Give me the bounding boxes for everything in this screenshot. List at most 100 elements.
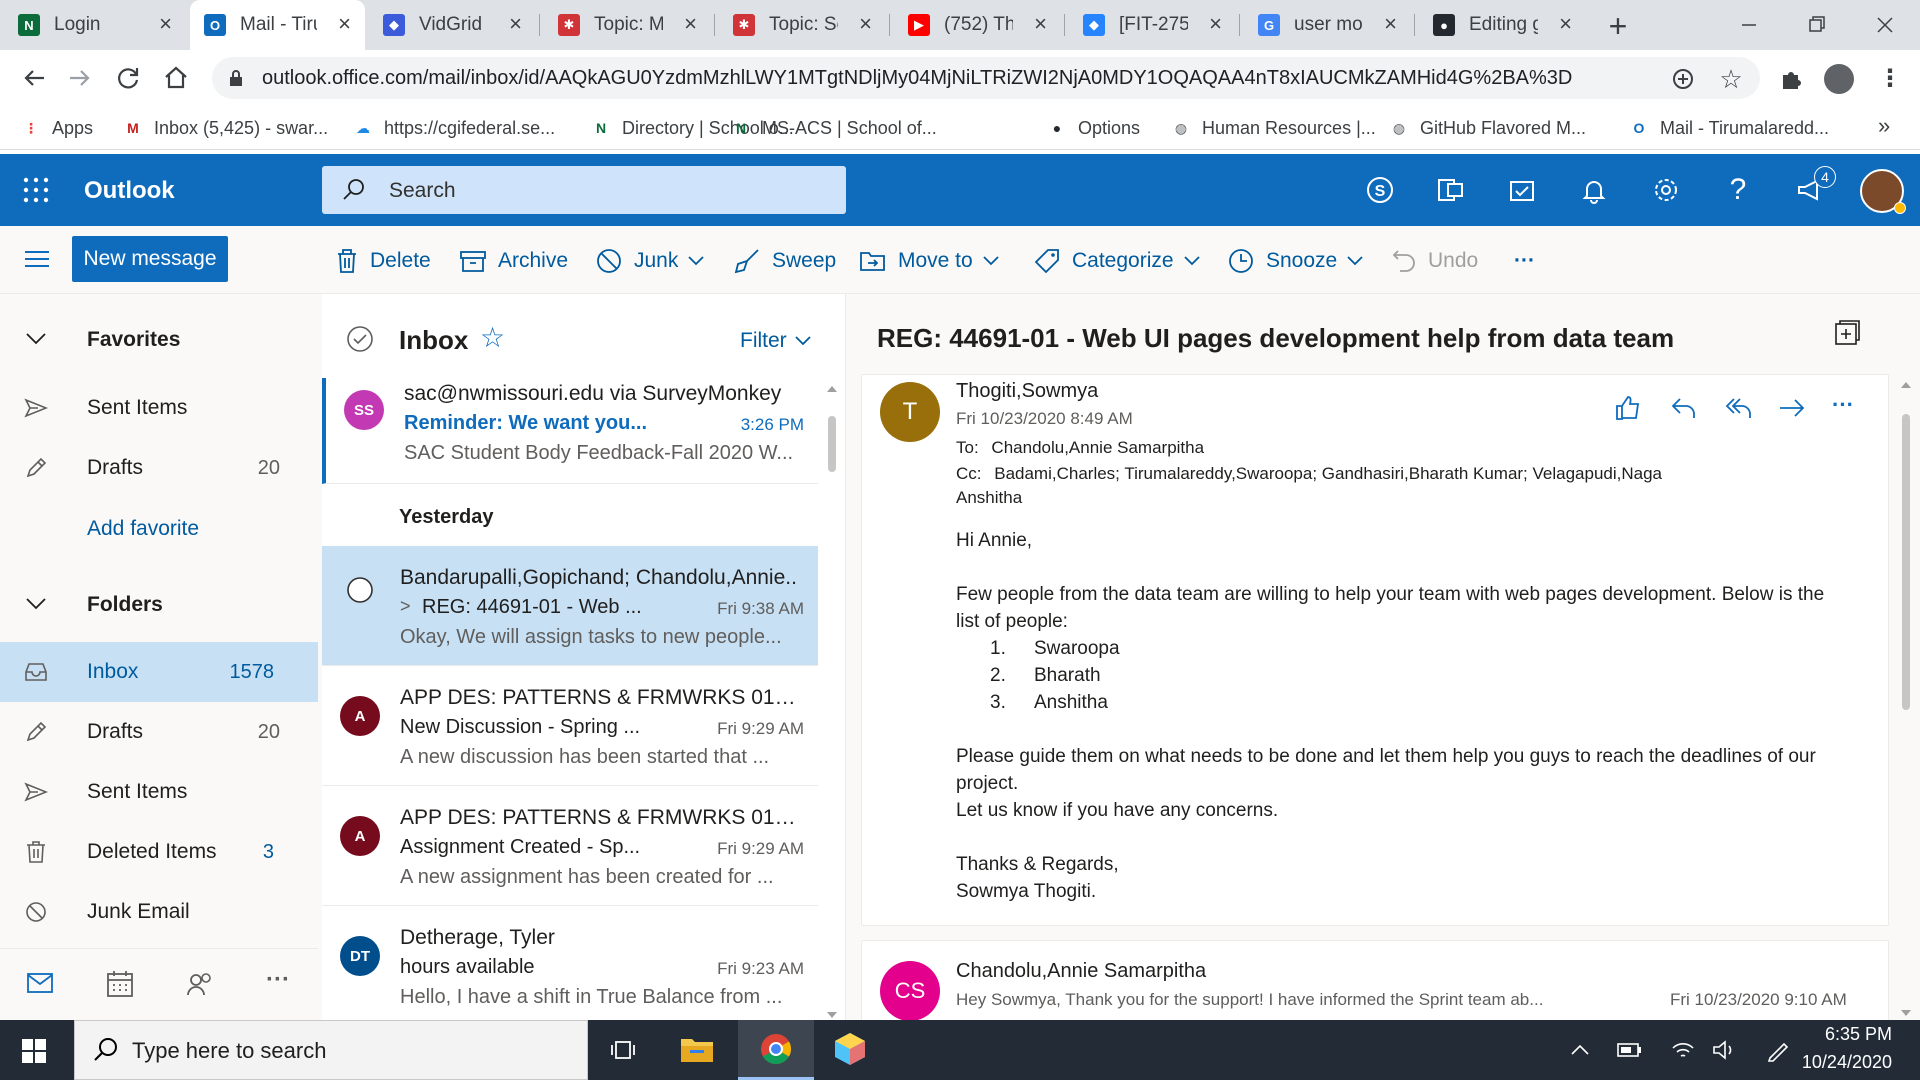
- new-tab-button[interactable]: +: [1598, 6, 1638, 46]
- app-name[interactable]: Outlook: [84, 177, 175, 205]
- browser-tab[interactable]: Guser mod ×: [1244, 0, 1411, 50]
- close-tab-icon[interactable]: ×: [1384, 13, 1397, 35]
- app-launcher-icon[interactable]: [20, 174, 52, 206]
- chevron-down-icon[interactable]: [1183, 256, 1200, 266]
- more-bookmarks-button[interactable]: »: [1878, 113, 1890, 139]
- add-page-icon[interactable]: [1668, 64, 1698, 94]
- message-item[interactable]: A APP DES: PATTERNS & FRMWRKS 01FA20 Assig…: [322, 786, 818, 906]
- sender-name[interactable]: Thogiti,Sowmya: [956, 380, 1098, 403]
- more-message-actions-button[interactable]: ···: [1832, 392, 1854, 418]
- gear-icon[interactable]: [1648, 172, 1684, 208]
- folders-heading[interactable]: Folders: [87, 593, 163, 617]
- sweep-button[interactable]: Sweep: [734, 244, 836, 278]
- bookmark-item[interactable]: ☁ https://cgifederal.se...: [352, 114, 555, 142]
- open-in-new-window-icon[interactable]: [1834, 320, 1860, 346]
- bookmark-star-icon[interactable]: ☆: [1716, 64, 1746, 94]
- close-tab-icon[interactable]: ×: [684, 13, 697, 35]
- thread-expand-chevron-icon[interactable]: >: [400, 596, 411, 617]
- todo-icon[interactable]: [1504, 172, 1540, 208]
- add-favorite-link[interactable]: Add favorite: [87, 517, 199, 541]
- extensions-puzzle-icon[interactable]: [1776, 64, 1806, 94]
- people-icon[interactable]: [186, 970, 214, 998]
- reply-icon[interactable]: [1670, 394, 1698, 422]
- window-close-button[interactable]: [1870, 10, 1900, 40]
- chevron-down-icon[interactable]: [1347, 256, 1363, 266]
- sender-avatar[interactable]: SS: [344, 390, 384, 430]
- help-icon[interactable]: ?: [1720, 172, 1756, 208]
- bookmark-item[interactable]: ◍ GitHub Flavored M...: [1388, 114, 1586, 142]
- skype-icon[interactable]: S: [1362, 172, 1398, 208]
- select-all-checkbox[interactable]: [346, 325, 374, 353]
- file-explorer-icon[interactable]: [680, 1034, 714, 1064]
- to-value[interactable]: Chandolu,Annie Samarpitha: [991, 438, 1204, 457]
- archive-button[interactable]: Archive: [460, 244, 568, 278]
- browser-tab[interactable]: ✱ Topic: Section ×: [719, 0, 886, 50]
- reading-pane-scrollbar[interactable]: [1898, 374, 1914, 1020]
- browser-tab[interactable]: O Mail - Tirumalareddy ×: [190, 0, 365, 50]
- reply-sender-name[interactable]: Chandolu,Annie Samarpitha: [956, 960, 1206, 983]
- lock-icon[interactable]: [226, 68, 246, 88]
- close-tab-icon[interactable]: ×: [509, 13, 522, 35]
- folder-drafts[interactable]: Drafts 20: [0, 702, 318, 762]
- address-text[interactable]: outlook.office.com/mail/inbox/id/AAQkAGU…: [262, 66, 1612, 90]
- bookmark-item[interactable]: N MS-ACS | School of...: [730, 114, 937, 142]
- select-message-checkbox[interactable]: [346, 576, 374, 604]
- window-minimize-button[interactable]: [1734, 10, 1764, 40]
- sender-avatar[interactable]: A: [340, 696, 380, 736]
- like-icon[interactable]: [1614, 394, 1642, 422]
- bell-icon[interactable]: [1576, 172, 1612, 208]
- filter-button[interactable]: Filter: [740, 329, 811, 353]
- close-tab-icon[interactable]: ×: [1209, 13, 1222, 35]
- browser-tab[interactable]: ◆ [FIT-275] Issue ×: [1069, 0, 1236, 50]
- browser-tab[interactable]: ✱ Topic: Module ×: [544, 0, 711, 50]
- folder-sent-items[interactable]: Sent Items: [0, 762, 318, 822]
- hamburger-icon[interactable]: [24, 248, 50, 270]
- forward-button[interactable]: [64, 62, 96, 94]
- mail-icon[interactable]: [26, 972, 54, 996]
- clock-time[interactable]: 6:35 PM: [1808, 1024, 1892, 1045]
- message-item[interactable]: DT Detherage, Tyler hours available Fri 9:2…: [322, 906, 818, 1022]
- categorize-button[interactable]: Categorize: [1034, 244, 1212, 278]
- browser-menu-icon[interactable]: ⋮: [1878, 64, 1902, 94]
- calendar-icon[interactable]: [106, 970, 134, 998]
- close-tab-icon[interactable]: ×: [338, 13, 351, 35]
- reply-sender-avatar[interactable]: CS: [880, 961, 940, 1021]
- message-item[interactable]: Bandarupalli,Gopichand; Chandolu,Annie..…: [322, 546, 818, 666]
- cc-value[interactable]: Badami,Charles; Tirumalareddy,Swaroopa; …: [956, 464, 1662, 507]
- sender-avatar[interactable]: T: [880, 382, 940, 442]
- browser-tab[interactable]: ◆ VidGrid - Video ×: [369, 0, 536, 50]
- folder-sent-items[interactable]: Sent Items: [0, 378, 318, 438]
- folder-drafts[interactable]: Drafts 20: [0, 438, 318, 498]
- task-view-icon[interactable]: [610, 1036, 638, 1064]
- back-button[interactable]: [18, 62, 50, 94]
- folder-inbox[interactable]: Inbox 1578: [0, 642, 318, 702]
- windows-start-icon[interactable]: [22, 1039, 46, 1063]
- sender-avatar[interactable]: DT: [340, 936, 380, 976]
- chevron-down-icon[interactable]: [983, 256, 999, 266]
- chevron-down-icon[interactable]: [688, 256, 704, 266]
- bookmark-item[interactable]: ⋮ Apps: [20, 114, 93, 142]
- clock-date[interactable]: 10/24/2020: [1790, 1052, 1892, 1073]
- browser-tab[interactable]: ● Editing gc ×: [1419, 0, 1586, 50]
- browser-tab[interactable]: ▶ (752) Thomas ×: [894, 0, 1061, 50]
- close-tab-icon[interactable]: ×: [1034, 13, 1047, 35]
- app-cube-icon[interactable]: [834, 1032, 866, 1066]
- reply-all-icon[interactable]: [1724, 394, 1754, 422]
- volume-icon[interactable]: [1712, 1038, 1738, 1062]
- junk-button[interactable]: Junk: [596, 244, 716, 278]
- close-tab-icon[interactable]: ×: [859, 13, 872, 35]
- folder-junk-email[interactable]: Junk Email: [0, 882, 318, 942]
- more-apps-button[interactable]: ···: [266, 966, 290, 994]
- browser-tab[interactable]: N Login ×: [4, 0, 186, 50]
- bookmark-item[interactable]: ◍ Human Resources |...: [1170, 114, 1376, 142]
- new-message-button[interactable]: New message: [72, 236, 228, 282]
- bookmark-item[interactable]: ● Options: [1046, 114, 1140, 142]
- folder-deleted-items[interactable]: Deleted Items 3: [0, 822, 318, 882]
- bookmark-item[interactable]: O Mail - Tirumalaredd...: [1628, 114, 1830, 142]
- home-button[interactable]: [160, 62, 192, 94]
- close-tab-icon[interactable]: ×: [159, 13, 172, 35]
- battery-icon[interactable]: [1616, 1040, 1644, 1060]
- undo-button[interactable]: Undo: [1392, 244, 1478, 278]
- move-to-button[interactable]: Move to: [860, 244, 1011, 278]
- pen-icon[interactable]: [1766, 1038, 1792, 1062]
